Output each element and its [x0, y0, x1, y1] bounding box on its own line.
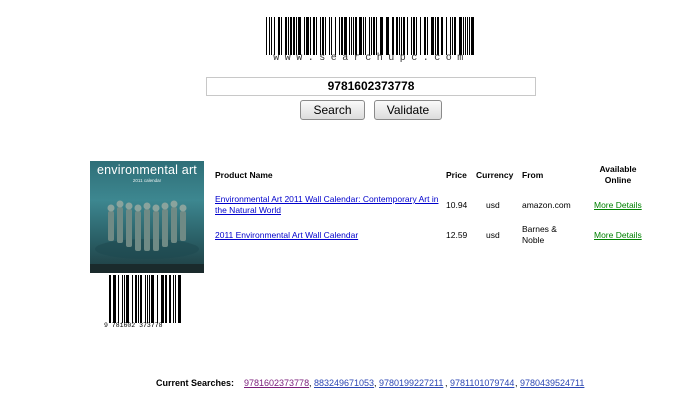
header-available-line1: Available	[599, 164, 637, 174]
header-available-online: Available Online	[588, 164, 648, 186]
header-from: From	[522, 170, 544, 180]
more-details-link-1[interactable]: More Details	[594, 200, 642, 210]
search-button[interactable]: Search	[300, 100, 365, 120]
recent-search-link-1[interactable]: 9781602373778	[244, 378, 309, 388]
currency-2: usd	[486, 230, 500, 240]
product-image: environmental art 2011 calendar	[90, 161, 204, 273]
site-logo-text[interactable]: www.searchupc.com	[266, 53, 476, 64]
separator-comma: ,	[374, 378, 377, 388]
price-1: 10.94	[446, 200, 468, 210]
recent-search-link-3[interactable]: 9780199227211	[379, 378, 443, 388]
validate-button[interactable]: Validate	[374, 100, 442, 120]
header-price: Price	[446, 170, 467, 180]
site-logo-barcode[interactable]	[266, 17, 476, 55]
product-barcode	[109, 275, 181, 323]
price-2: 12.59	[446, 230, 468, 240]
header-product-name: Product Name	[215, 170, 273, 180]
product-link-2[interactable]: 2011 Environmental Art Wall Calendar	[215, 230, 441, 240]
sculpture-illustration	[95, 200, 199, 259]
current-searches-label: Current Searches:	[156, 378, 235, 388]
from-2: Barnes & Noble	[522, 224, 557, 245]
header-currency: Currency	[476, 170, 514, 180]
recent-search-link-5[interactable]: 9780439524711	[520, 378, 584, 388]
more-details-link-2[interactable]: More Details	[594, 230, 642, 240]
product-barcode-number: 9 781602 373778	[104, 322, 163, 329]
separator-comma: ,	[445, 378, 448, 388]
cover-footer-strip	[90, 264, 204, 273]
header-available-line2: Online	[604, 175, 632, 185]
recent-search-link-2[interactable]: 883249671053	[314, 378, 374, 388]
from-1: amazon.com	[522, 200, 571, 210]
search-input[interactable]: 9781602373778	[206, 77, 536, 96]
recent-search-link-4[interactable]: 9781101079744	[450, 378, 514, 388]
separator-comma: ,	[515, 378, 518, 388]
separator-comma: ,	[309, 378, 312, 388]
currency-1: usd	[486, 200, 500, 210]
product-link-1[interactable]: Environmental Art 2011 Wall Calendar: Co…	[215, 194, 441, 216]
